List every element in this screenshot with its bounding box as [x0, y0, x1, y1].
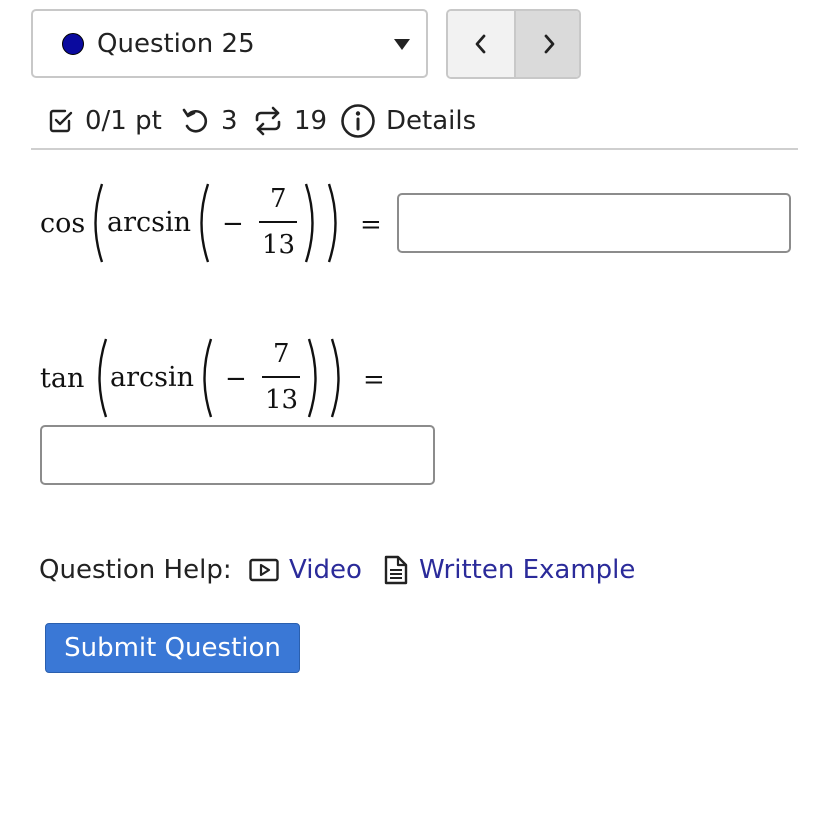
numerator: 7: [273, 339, 290, 369]
minus-sign: −: [222, 209, 244, 239]
inner-func-name: arcsin: [107, 207, 192, 238]
undo-icon: [182, 108, 208, 133]
details-label: Details: [386, 106, 477, 136]
right-paren: [304, 183, 314, 263]
question-select[interactable]: Question 25: [31, 9, 428, 78]
retries: 3: [180, 98, 238, 144]
details-link[interactable]: Details: [340, 98, 476, 144]
minus-sign: −: [225, 364, 247, 394]
func-name: cos: [40, 208, 86, 239]
divider: [31, 148, 798, 150]
checkbox-checked-icon: [49, 109, 73, 133]
question-nav: [446, 9, 581, 79]
left-paren: [94, 183, 104, 263]
document-icon: [384, 555, 408, 585]
retries-count: 3: [221, 106, 238, 136]
right-paren: [307, 338, 317, 418]
next-question-button[interactable]: [516, 11, 579, 77]
inner-func-name: arcsin: [110, 362, 195, 393]
caret-down-icon: [394, 39, 410, 50]
chevron-left-icon: [475, 34, 486, 54]
answer-input-2[interactable]: [40, 425, 435, 485]
answer-input-1[interactable]: [397, 193, 791, 253]
left-paren: [200, 183, 210, 263]
left-paren: [203, 338, 213, 418]
func-name: tan: [40, 363, 85, 394]
numerator: 7: [270, 184, 287, 214]
left-paren: [98, 338, 108, 418]
video-link[interactable]: Video: [249, 550, 362, 590]
previous-question-button[interactable]: [448, 11, 516, 77]
denominator: 13: [265, 385, 299, 415]
fraction-bar: [259, 221, 297, 223]
score-text: 0/1 pt: [85, 106, 162, 136]
repeat-icon: [255, 106, 281, 136]
submit-question-button[interactable]: Submit Question: [45, 623, 300, 673]
written-example-label: Written Example: [419, 555, 636, 585]
equals-sign: =: [363, 365, 385, 395]
chevron-right-icon: [544, 34, 554, 54]
attempts-count: 19: [294, 106, 328, 136]
question-status-dot: [62, 33, 84, 55]
attempts: 19: [252, 98, 327, 144]
written-example-link[interactable]: Written Example: [383, 550, 635, 590]
equals-sign: =: [360, 210, 382, 240]
video-icon: [249, 558, 279, 582]
right-paren: [327, 183, 337, 263]
info-icon: [341, 104, 375, 138]
fraction-bar: [262, 376, 300, 378]
right-paren: [330, 338, 340, 418]
question-help-label: Question Help:: [39, 555, 232, 585]
score: 0/1 pt: [47, 98, 162, 144]
denominator: 13: [262, 230, 296, 260]
video-label: Video: [289, 555, 362, 585]
question-select-label: Question 25: [97, 29, 255, 59]
